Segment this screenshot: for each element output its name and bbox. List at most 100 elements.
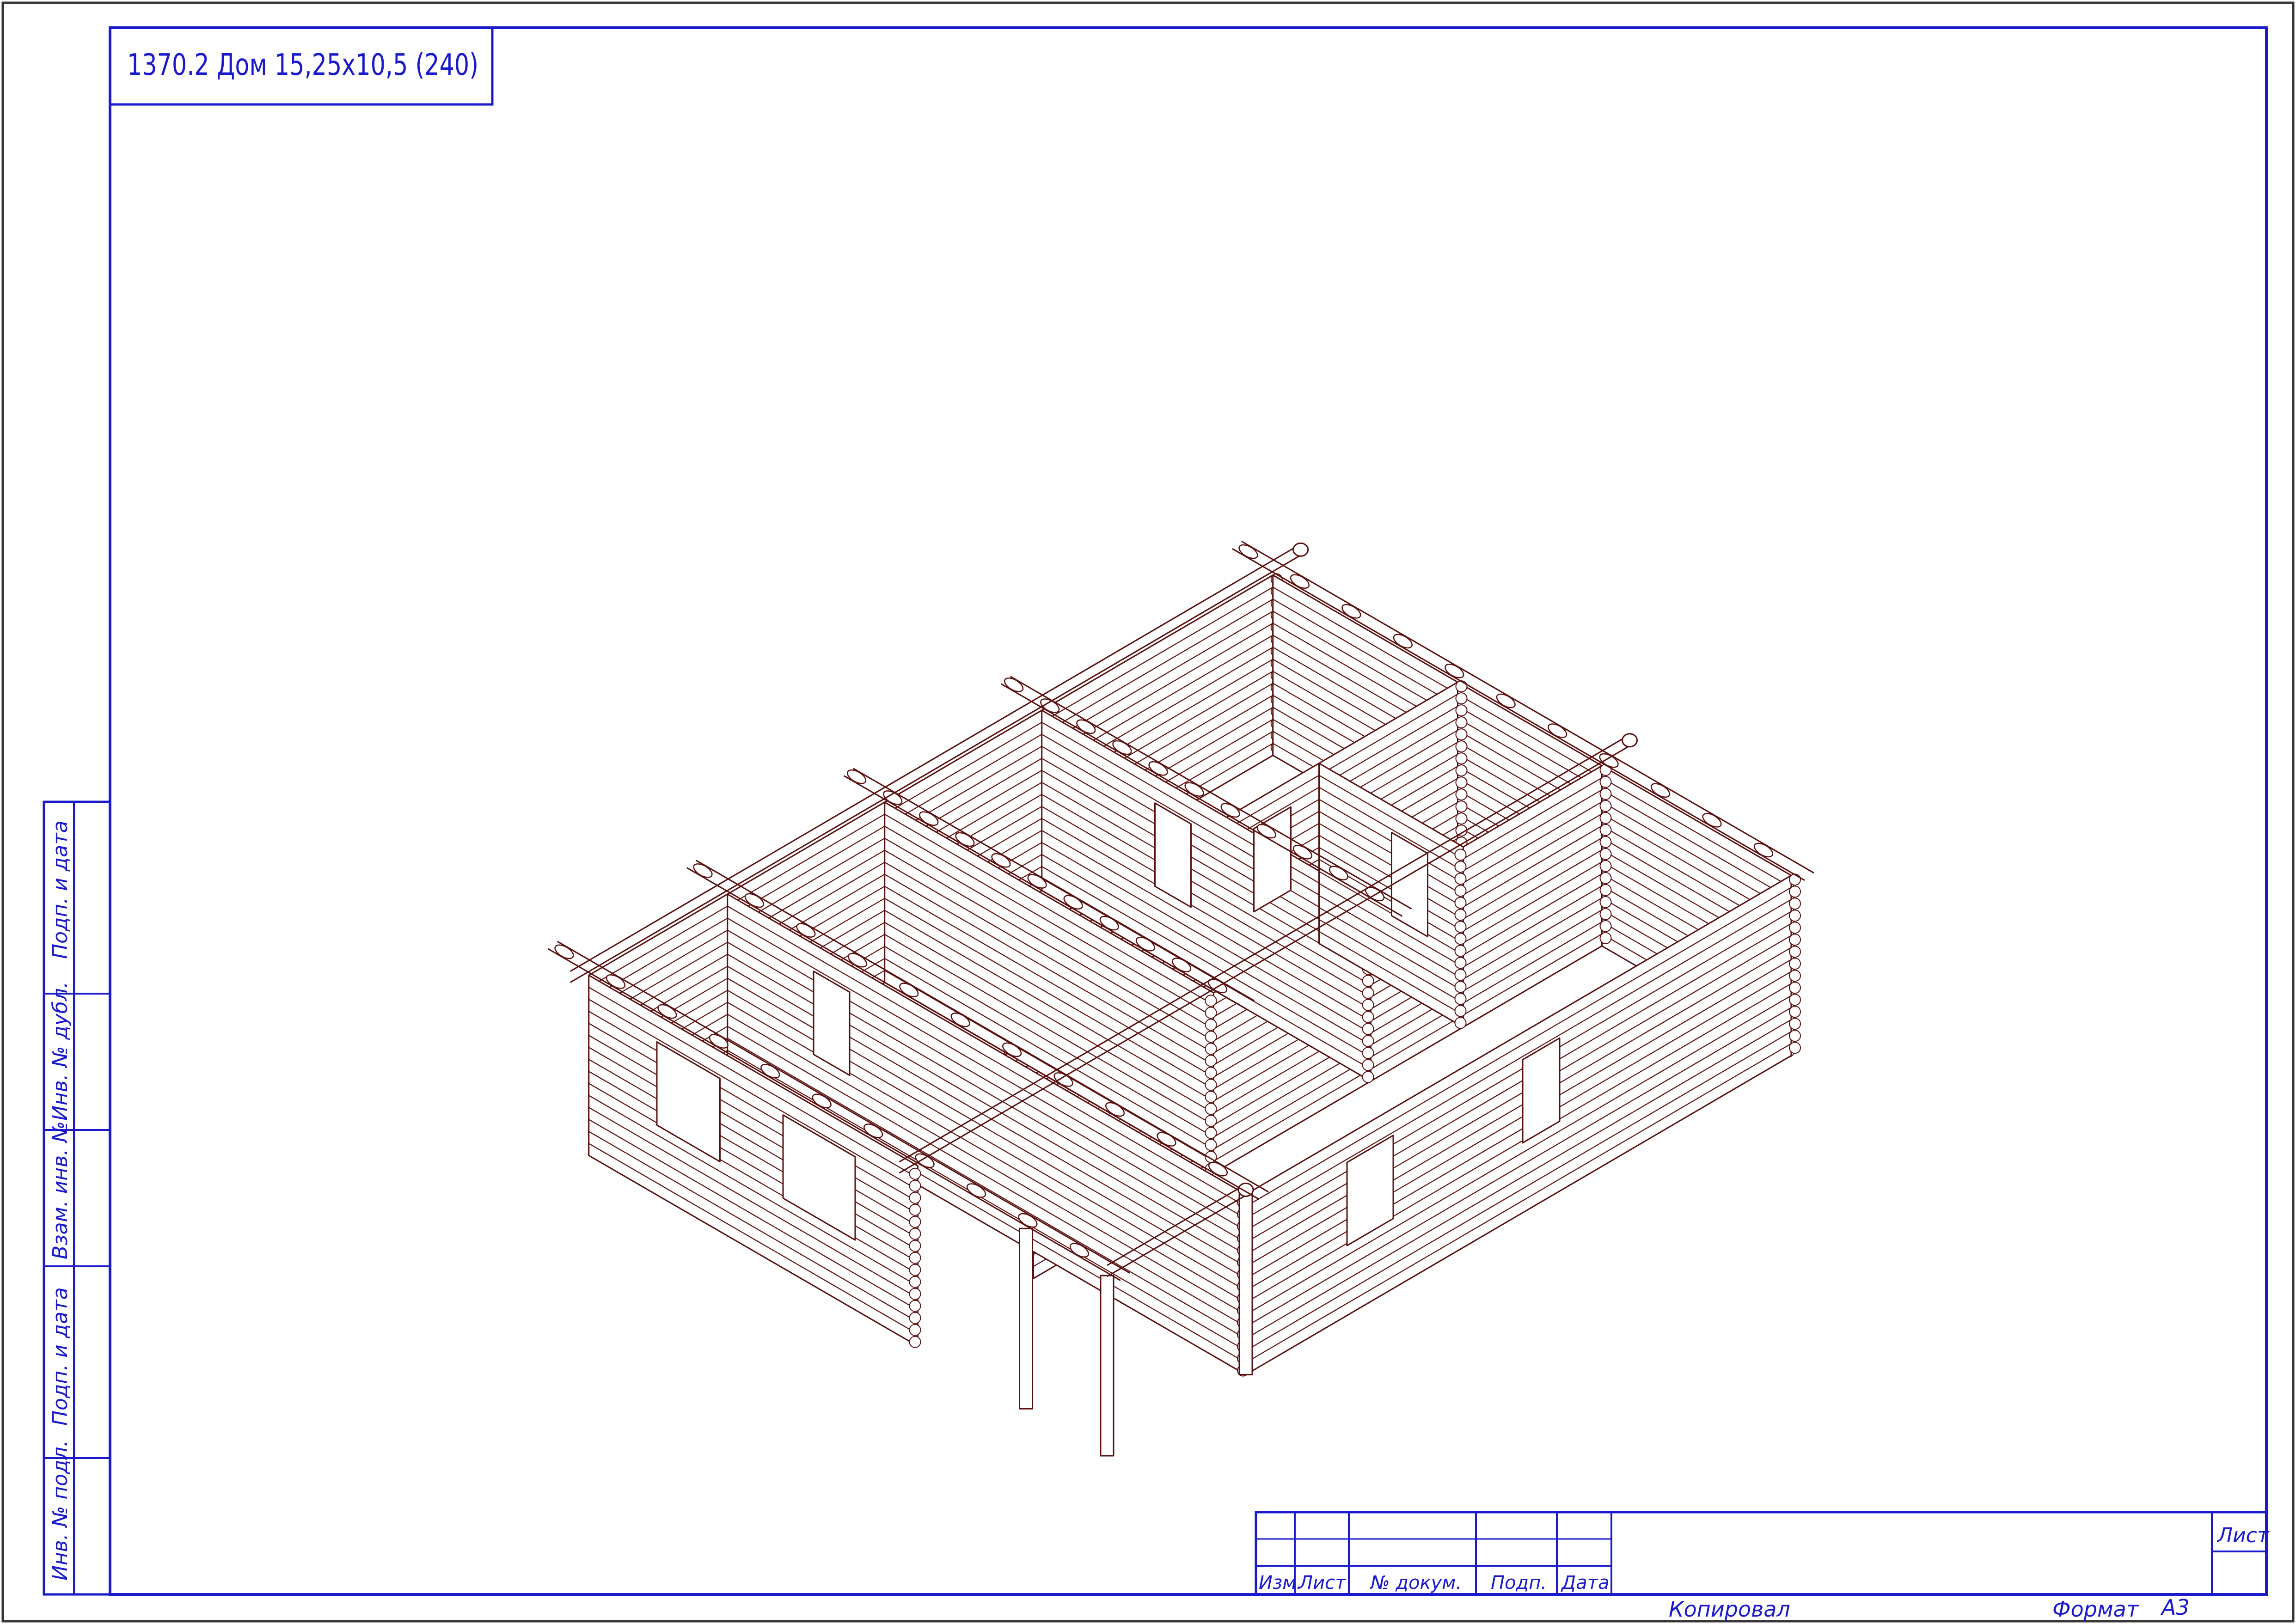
left-end-wall-log-end — [909, 1288, 921, 1300]
left-end-wall-log-end — [909, 1191, 921, 1204]
drawing-title: 1370.2 Дом 15,25х10,5 (240) — [127, 48, 478, 82]
cross-wall-2-log-end — [1205, 1067, 1217, 1079]
inner-long-wall-1-log-end — [1455, 716, 1468, 729]
left-end-wall-log-end — [909, 1252, 921, 1264]
inner-long-wall-2-log-end — [1599, 884, 1612, 896]
cross-wall-2-log-end — [1205, 1031, 1217, 1043]
drawing-sheet: 1370.2 Дом 15,25х10,5 (240) Инв. № подл.… — [1, 1, 2295, 1623]
cross-wall-3-log-end — [1362, 987, 1374, 999]
header-izm: Изм. — [1259, 1572, 1302, 1593]
inner-long-wall-2-log-end — [1599, 788, 1612, 800]
inner-long-wall-1-log-end — [1455, 800, 1468, 813]
stamp-label-inv-dubl: Инв. № дубл. — [49, 982, 72, 1121]
left-end-wall-log-end — [909, 1276, 921, 1288]
inner-long-wall-2-log-end — [1599, 860, 1612, 872]
front-wall-right-log-end — [1789, 994, 1801, 1006]
front-wall-right-log-end — [1789, 1006, 1801, 1018]
inner-long-wall-2-log-end — [1599, 896, 1612, 908]
inner-long-wall-2-log-end — [1599, 812, 1612, 824]
cross-wall-4-log-end — [1454, 849, 1467, 861]
cross-wall-2-log-end — [1205, 1139, 1217, 1151]
format-label: Формат — [2052, 1597, 2139, 1622]
copied-label: Копировал — [1669, 1597, 1790, 1622]
inner-long-wall-2-log-end — [1599, 920, 1612, 932]
front-wall-right-log-end — [1789, 873, 1801, 886]
cross-wall-4-log-end — [1454, 1017, 1467, 1029]
porch-post-2 — [1019, 1227, 1033, 1410]
inner-long-wall-1-log-end — [1455, 740, 1468, 753]
front-wall-right-log-end — [1789, 922, 1801, 934]
stamp-label-vzam-inv: Взам. инв. № — [49, 1121, 72, 1259]
front-wall-right-log-end — [1789, 934, 1801, 946]
left-end-wall-log-end — [909, 1203, 921, 1216]
cross-wall-4-log-end — [1454, 945, 1467, 957]
cross-wall-3-log-end — [1362, 1011, 1374, 1023]
front-wall-right-log-end — [1789, 1018, 1801, 1030]
cross-wall-4-log-end — [1454, 933, 1467, 945]
inner-long-wall-1-log-end — [1455, 788, 1468, 801]
title-box: 1370.2 Дом 15,25х10,5 (240) — [109, 26, 494, 106]
cross-wall-2-log-end — [1205, 1007, 1217, 1019]
left-end-wall-log-end — [909, 1312, 921, 1324]
inner-long-wall-2-log-end — [1599, 775, 1612, 788]
cross-wall-2-log-end — [1205, 1115, 1217, 1127]
cross-wall-3-log-end — [1362, 1023, 1374, 1035]
cross-wall-4-log-end — [1454, 993, 1467, 1005]
inner-long-wall-1-log-end — [1455, 812, 1468, 825]
left-end-wall-log-end — [909, 1179, 921, 1192]
format-value: А3 — [2160, 1595, 2190, 1620]
left-end-wall-log-end — [909, 1167, 921, 1180]
cross-wall-3-log-end — [1362, 1035, 1374, 1047]
stamp-label-podp-data-2: Подп. и дата — [49, 820, 72, 959]
porch-post-3 — [1238, 1194, 1253, 1375]
front-wall-right-log-end — [1789, 982, 1801, 994]
stamp-label-inv-podl: Инв. № подл. — [49, 1440, 72, 1581]
side-stamp: Инв. № подл. Подп. и дата Взам. инв. № И… — [43, 800, 111, 1596]
front-wall-right-log-end — [1789, 885, 1801, 898]
cross-wall-4-log-end — [1454, 861, 1467, 873]
cross-wall-3-log-end — [1362, 1071, 1374, 1083]
cross-wall-3-log-end — [1362, 1047, 1374, 1059]
inner-long-wall-1-log-end — [1455, 728, 1468, 741]
stamp-label-podp-data-1: Подп. и дата — [49, 1287, 72, 1426]
cross-wall-2-log-end — [1205, 995, 1217, 1007]
sheet-label: Лист — [2216, 1524, 2270, 1547]
left-end-wall-log-end — [909, 1336, 921, 1348]
porch-post-1 — [1100, 1275, 1114, 1457]
header-list: Лист — [1298, 1572, 1347, 1593]
cross-wall-3-log-end — [1362, 975, 1374, 987]
cross-wall-3-log-end — [1362, 999, 1374, 1011]
log-house-isometric-drawing — [547, 540, 1814, 1457]
front-wall-right-log-end — [1789, 897, 1801, 910]
inner-long-wall-1-log-end — [1455, 692, 1468, 705]
inner-long-wall-2-log-end — [1599, 848, 1612, 860]
front-wall-right-log-end — [1789, 910, 1801, 922]
inner-long-wall-1-log-end — [1455, 752, 1468, 765]
cross-wall-2-log-end — [1205, 1103, 1217, 1115]
cross-wall-4-log-end — [1454, 897, 1467, 909]
front-wall-right-log-end — [1789, 958, 1801, 970]
inner-long-wall-2-log-end — [1599, 932, 1612, 944]
cross-wall-4-log-end — [1454, 957, 1467, 969]
front-wall-right-log-end — [1789, 1042, 1801, 1054]
inner-long-wall-2-log-end — [1599, 872, 1612, 884]
left-end-wall-log-end — [909, 1300, 921, 1312]
inner-long-wall-2-log-end — [1599, 824, 1612, 836]
cross-wall-4-log-end — [1454, 1005, 1467, 1017]
cross-wall-3-log-end — [1362, 1059, 1374, 1071]
title-block: Изм. Лист № докум. Подп. Дата Лист Копир… — [1255, 1511, 2270, 1622]
left-end-wall-log-end — [909, 1264, 921, 1276]
left-end-wall-log-end — [909, 1239, 921, 1252]
cross-wall-4-log-end — [1454, 873, 1467, 885]
left-end-wall-log-end — [909, 1227, 921, 1240]
cross-wall-4-log-end — [1454, 969, 1467, 981]
inner-long-wall-1-log-end — [1455, 764, 1468, 777]
cross-wall-2-log-end — [1205, 1079, 1217, 1091]
cross-wall-2-log-end — [1205, 1127, 1217, 1139]
header-signature: Подп. — [1491, 1572, 1547, 1593]
inner-long-wall-1-log-end — [1455, 680, 1468, 693]
inner-long-wall-2-log-end — [1599, 836, 1612, 848]
inner-long-wall-2-log-end — [1599, 908, 1612, 920]
inner-long-wall-1-log-end — [1455, 704, 1468, 717]
left-end-wall-log-end — [909, 1324, 921, 1336]
